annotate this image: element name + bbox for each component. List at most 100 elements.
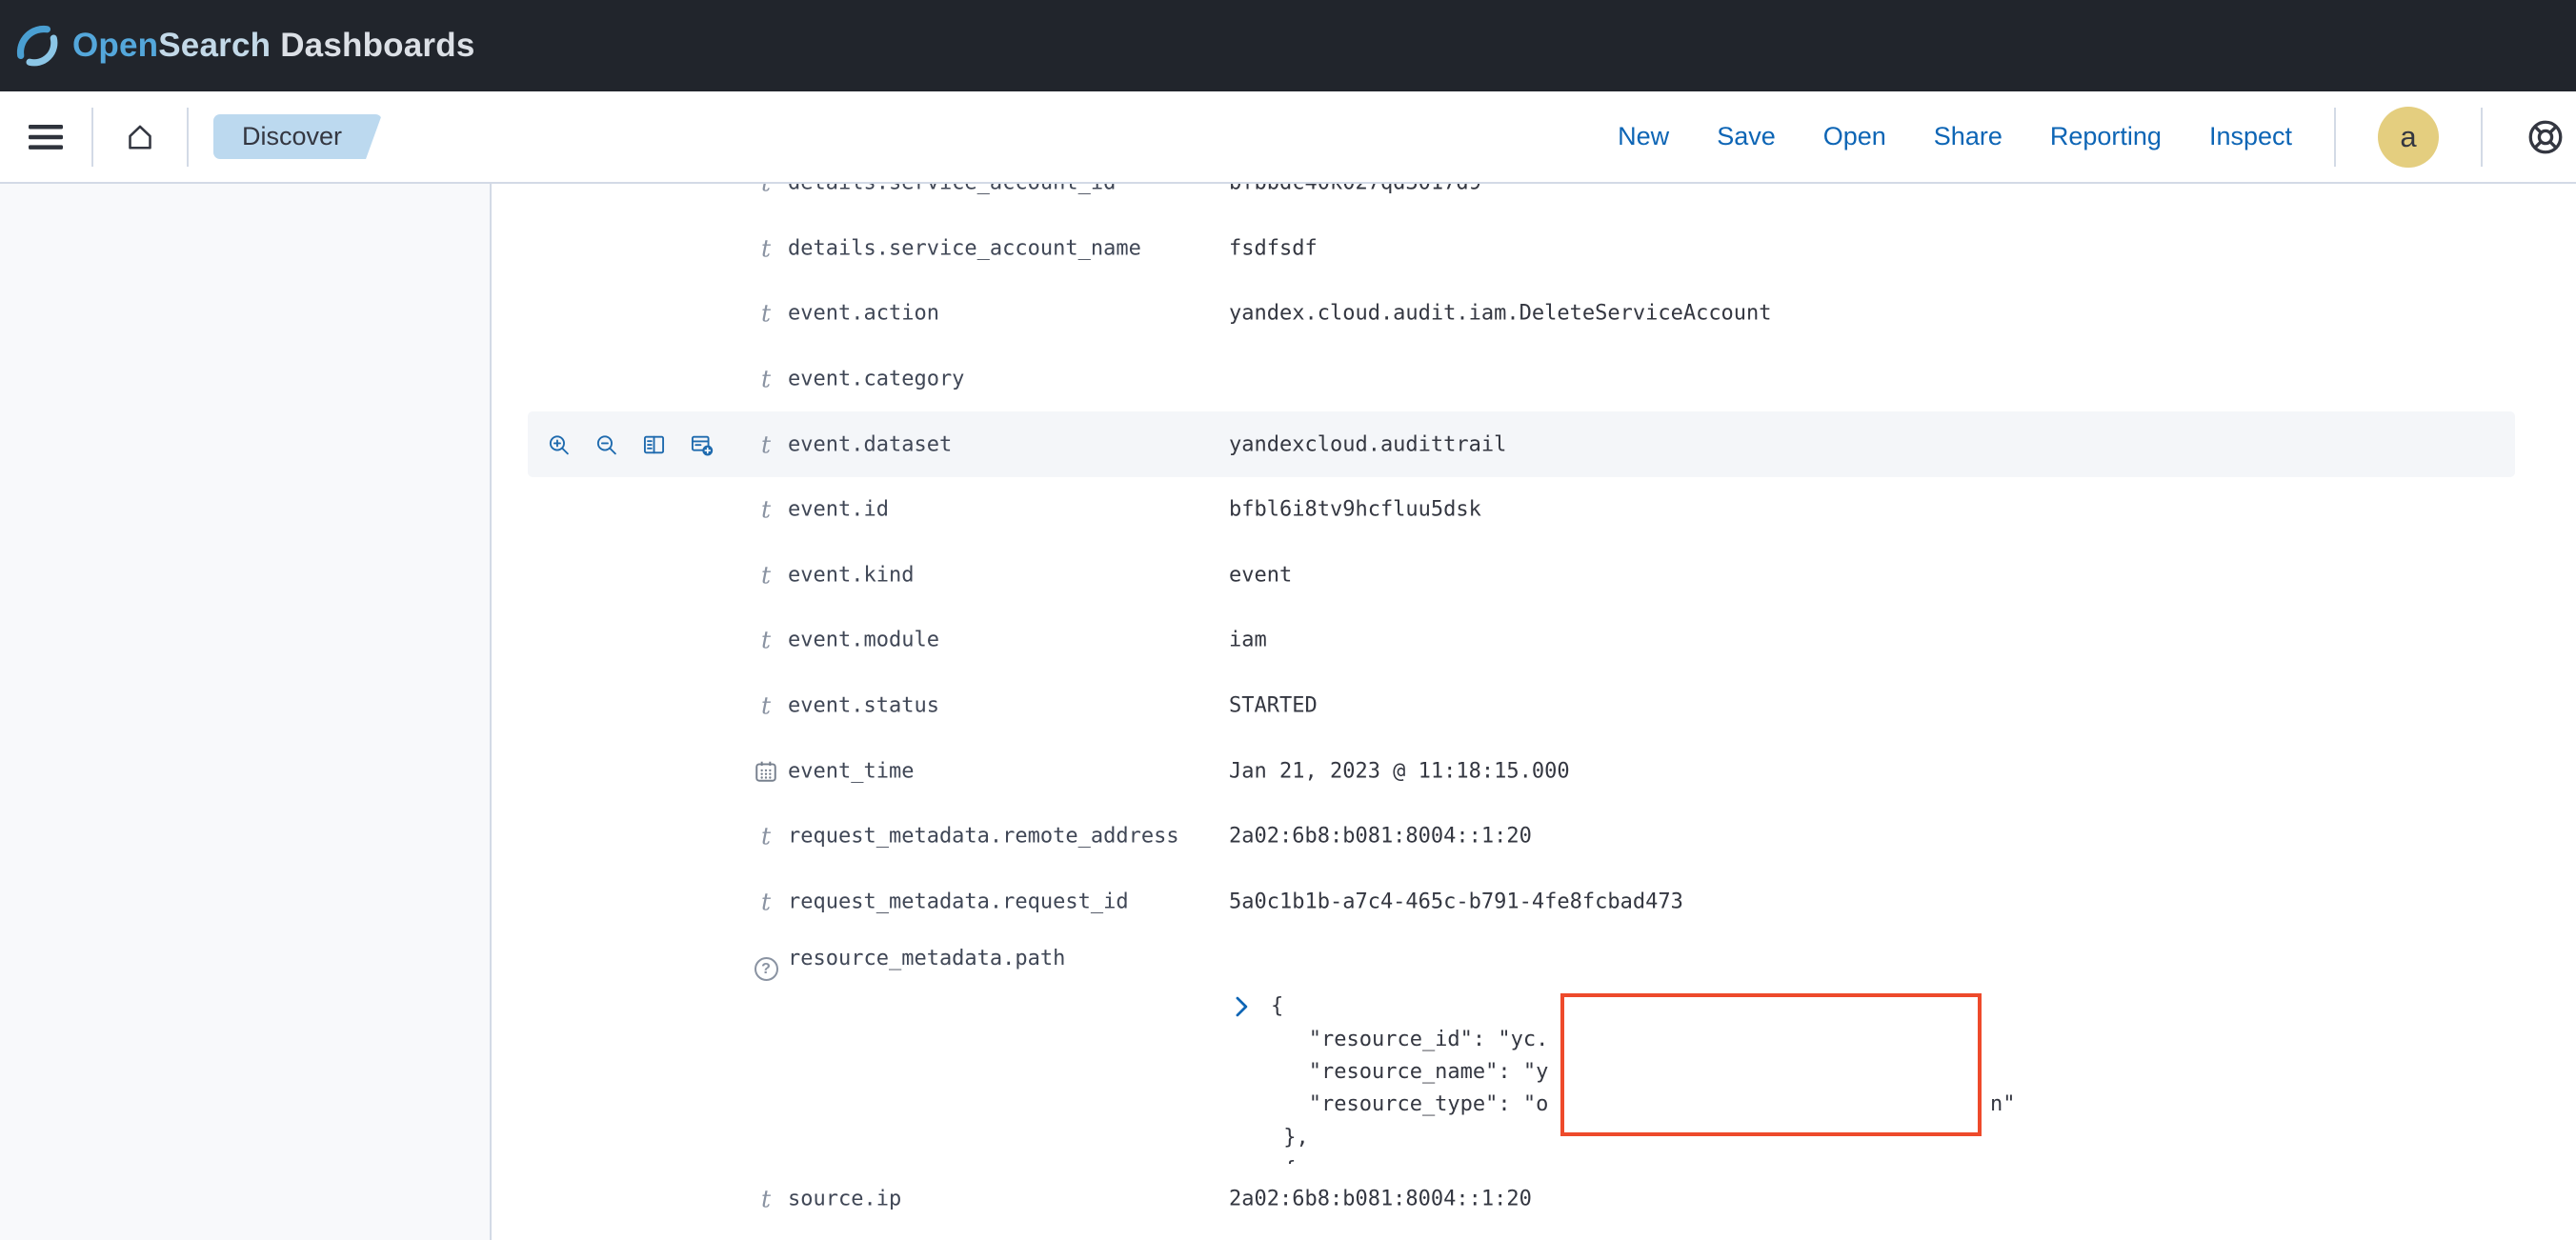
text-field-icon: t xyxy=(761,184,771,195)
doc-field-row[interactable]: t request_metadata.remote_address 2a02:6… xyxy=(492,804,2576,870)
breadcrumb-discover[interactable]: Discover xyxy=(213,114,382,159)
text-field-icon: t xyxy=(761,694,771,718)
navbar-divider xyxy=(2481,108,2483,167)
field-name: source.ip xyxy=(788,1188,901,1211)
field-type-icon: t xyxy=(749,1188,783,1211)
doc-field-row[interactable]: ? resource_metadata.path { "resource_id"… xyxy=(492,934,2576,1164)
text-field-icon: t xyxy=(761,432,771,456)
field-type-icon: t xyxy=(749,368,783,391)
home-icon xyxy=(123,120,157,154)
brand-open: Open xyxy=(72,27,158,64)
doc-field-row[interactable]: t event.kind event xyxy=(492,543,2576,609)
navbar-actions: New Save Open Share Reporting Inspect a xyxy=(1618,107,2576,168)
field-name: event.action xyxy=(788,302,939,326)
fields-sidebar xyxy=(0,184,492,1240)
field-value: iam xyxy=(1229,629,1267,652)
doc-field-row[interactable]: t event.category xyxy=(492,347,2576,412)
row-actions xyxy=(547,432,714,456)
field-type-icon: t xyxy=(749,694,783,718)
unknown-field-icon: ? xyxy=(755,957,778,981)
field-name: event.module xyxy=(788,629,939,652)
doc-field-row[interactable]: event_time Jan 21, 2023 @ 11:18:15.000 xyxy=(492,738,2576,804)
field-value: STARTED xyxy=(1229,694,1318,718)
doc-field-row[interactable]: t event.status STARTED xyxy=(492,673,2576,739)
navbar-divider xyxy=(2334,108,2336,167)
field-name: resource_metadata.path xyxy=(788,947,1065,970)
field-name: event.dataset xyxy=(788,432,952,456)
nav-link-share[interactable]: Share xyxy=(1934,122,2002,151)
toggle-column-icon[interactable] xyxy=(642,432,666,456)
doc-field-row[interactable]: t event.module iam xyxy=(492,608,2576,673)
text-field-icon: t xyxy=(761,368,771,391)
nav-link-reporting[interactable]: Reporting xyxy=(2050,122,2162,151)
field-type-icon: t xyxy=(749,432,783,456)
field-name: event.kind xyxy=(788,563,914,587)
chevron-right-icon[interactable] xyxy=(1229,994,1254,1019)
navbar-divider xyxy=(187,108,189,167)
text-field-icon: t xyxy=(761,1188,771,1211)
doc-field-row[interactable]: t details.service_account_name fsdfsdf xyxy=(492,216,2576,282)
nav-link-new[interactable]: New xyxy=(1618,122,1669,151)
opensearch-logo-icon xyxy=(15,24,59,68)
field-type-icon: ? xyxy=(749,957,783,981)
user-avatar[interactable]: a xyxy=(2378,107,2439,168)
text-field-icon: t xyxy=(761,498,771,522)
page-content: t details.service_account_id bfbbdc40k02… xyxy=(0,184,2576,1240)
field-value: 2a02:6b8:b081:8004::1:20 xyxy=(1229,825,1532,849)
table-add-column-icon[interactable] xyxy=(690,432,714,456)
help-ring-icon xyxy=(2525,116,2566,158)
text-field-icon: t xyxy=(761,563,771,587)
field-type-icon: t xyxy=(749,825,783,849)
annotation-box xyxy=(1560,993,1982,1136)
magnify-plus-icon[interactable] xyxy=(547,432,571,456)
field-type-icon: t xyxy=(749,302,783,326)
field-value: bfbbdc40k027qd3017d9 xyxy=(1229,184,1481,195)
field-name: event_time xyxy=(788,759,914,783)
field-value: Jan 21, 2023 @ 11:18:15.000 xyxy=(1229,759,1570,783)
text-field-icon: t xyxy=(761,825,771,849)
doc-field-row[interactable]: t event.action yandex.cloud.audit.iam.De… xyxy=(492,281,2576,347)
app-header: OpenSearchDashboards xyxy=(0,0,2576,91)
field-value: yandexcloud.audittrail xyxy=(1229,432,1506,456)
nav-links: New Save Open Share Reporting Inspect xyxy=(1618,122,2292,151)
doc-field-row[interactable]: t event.id bfbl6i8tv9hcfluu5dsk xyxy=(492,477,2576,543)
field-type-icon: t xyxy=(749,498,783,522)
text-field-icon: t xyxy=(761,302,771,326)
field-type-icon: t xyxy=(749,563,783,587)
home-button[interactable] xyxy=(93,120,187,154)
field-name: event.id xyxy=(788,498,889,522)
doc-field-row[interactable]: t source.ip 2a02:6b8:b081:8004::1:20 xyxy=(492,1167,2576,1232)
text-field-icon: t xyxy=(761,629,771,652)
field-value: yandex.cloud.audit.iam.DeleteServiceAcco… xyxy=(1229,302,1772,326)
text-field-icon: t xyxy=(761,890,771,913)
field-type-icon xyxy=(749,759,783,784)
field-name: details.service_account_name xyxy=(788,236,1141,260)
help-button[interactable] xyxy=(2525,116,2566,158)
field-name: event.category xyxy=(788,368,964,391)
doc-detail-panel: t details.service_account_id bfbbdc40k02… xyxy=(492,184,2576,1240)
field-name: details.service_account_id xyxy=(788,184,1116,195)
top-navbar: Discover New Save Open Share Reporting Inspec… xyxy=(0,91,2576,184)
field-name: request_metadata.remote_address xyxy=(788,825,1179,849)
field-value: { "resource_id": "yc. "resource_name": "… xyxy=(1229,943,2015,1164)
date-field-icon xyxy=(754,759,778,784)
field-type-icon: t xyxy=(749,629,783,652)
field-type-icon: t xyxy=(749,890,783,913)
field-value: 2a02:6b8:b081:8004::1:20 xyxy=(1229,1188,1532,1211)
doc-field-table: t details.service_account_id bfbbdc40k02… xyxy=(492,184,2576,1232)
field-value: bfbl6i8tv9hcfluu5dsk xyxy=(1229,498,1481,522)
field-value: 5a0c1b1b-a7c4-465c-b791-4fe8fcbad473 xyxy=(1229,890,1683,913)
nav-link-save[interactable]: Save xyxy=(1717,122,1776,151)
magnify-minus-icon[interactable] xyxy=(594,432,618,456)
doc-field-row[interactable]: t event.dataset yandexcloud.audittrail xyxy=(492,411,2576,477)
field-name: request_metadata.request_id xyxy=(788,890,1129,913)
nav-link-inspect[interactable]: Inspect xyxy=(2209,122,2292,151)
doc-field-row[interactable]: t request_metadata.request_id 5a0c1b1b-a… xyxy=(492,870,2576,935)
brand-search: Search xyxy=(158,27,271,64)
field-value: event xyxy=(1229,563,1292,587)
nav-link-open[interactable]: Open xyxy=(1823,122,1886,151)
field-type-icon: t xyxy=(749,236,783,260)
menu-toggle-button[interactable] xyxy=(0,123,91,151)
hamburger-icon xyxy=(27,123,65,151)
doc-field-row[interactable]: t details.service_account_id bfbbdc40k02… xyxy=(492,184,2576,216)
